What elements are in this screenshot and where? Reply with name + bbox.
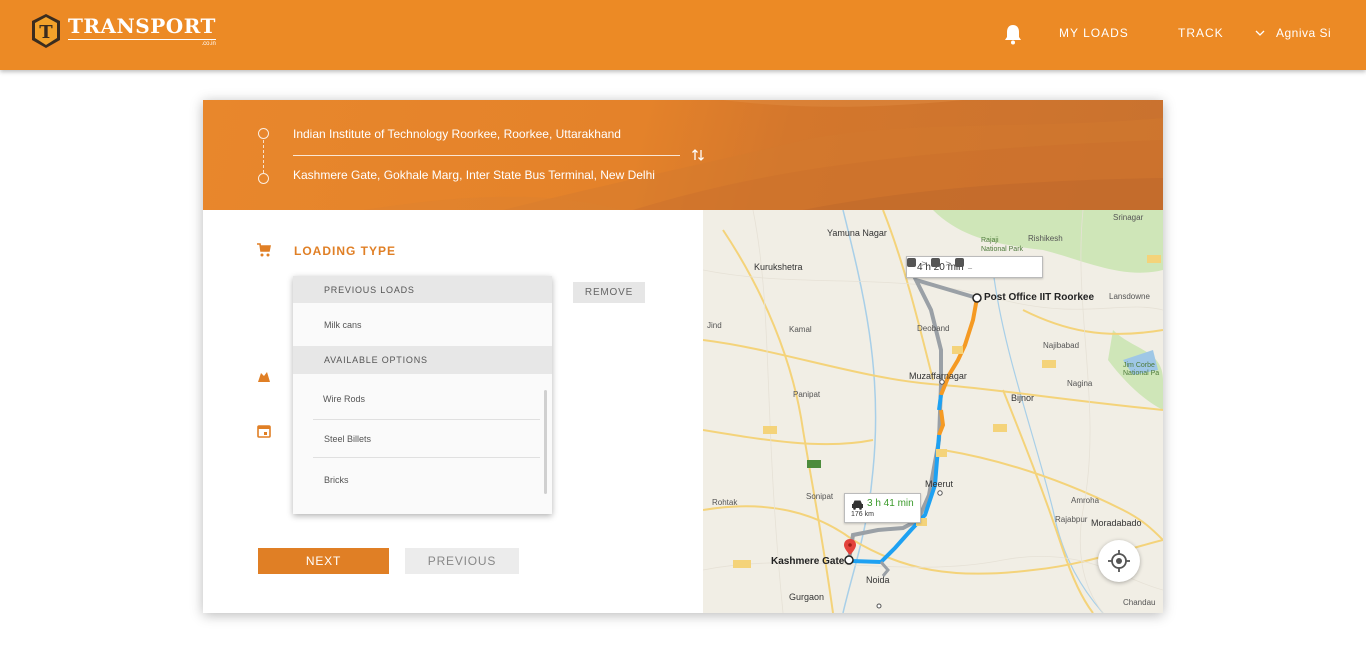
crosshair-icon <box>1108 550 1130 572</box>
map-label-sonipat: Sonipat <box>806 492 834 501</box>
map-label-noida: Noida <box>866 575 890 585</box>
drive-time: 3 h 41 min <box>867 498 914 509</box>
map-label-rohtak: Rohtak <box>712 498 738 507</box>
bell-icon[interactable] <box>1003 23 1023 45</box>
dropdown-option[interactable]: Bricks <box>293 458 552 502</box>
previous-loads-header: PREVIOUS LOADS <box>293 276 552 303</box>
map-label-rajaji: Rajaji National Park <box>981 237 1024 253</box>
route-connector <box>263 140 264 173</box>
chevron-down-icon <box>1255 30 1265 36</box>
my-location-button[interactable] <box>1098 540 1140 582</box>
cart-icon <box>257 243 271 257</box>
loading-type-dropdown: PREVIOUS LOADS Milk cans AVAILABLE OPTIO… <box>293 276 552 514</box>
map-label-lansdowne: Lansdowne <box>1109 292 1150 301</box>
transit-steps-icon: > > _ <box>907 258 973 269</box>
map-label-gurgaon: Gurgaon <box>789 592 825 602</box>
route-divider <box>293 155 680 156</box>
nav-my-loads[interactable]: MY LOADS <box>1059 26 1129 40</box>
driving-route-bubble[interactable]: 3 h 41 min 176 km <box>844 493 921 523</box>
brand-suffix: .co.in <box>68 39 216 47</box>
map-label-destination: Kashmere Gate <box>771 556 845 567</box>
svg-text:>: > <box>945 259 952 268</box>
map-label-srinagar: Srinagar <box>1113 213 1144 222</box>
previous-button[interactable]: PREVIOUS <box>405 548 519 574</box>
map-label-nagina: Nagina <box>1067 379 1093 388</box>
svg-text:>: > <box>921 259 928 268</box>
car-icon <box>852 500 863 510</box>
map-label-deoband: Deoband <box>917 324 950 333</box>
brand-name: TRANSPORT <box>68 14 216 38</box>
route-map[interactable]: Yamuna Nagar Kurukshetra Deoband Muzaffa… <box>703 210 1163 613</box>
origin-marker <box>972 293 982 303</box>
map-label-kamal: Kamal <box>789 325 812 334</box>
remove-button[interactable]: REMOVE <box>573 282 645 303</box>
map-label-amroha: Amroha <box>1071 496 1100 505</box>
origin-dot-icon <box>258 128 269 139</box>
swap-icon[interactable] <box>691 148 705 162</box>
drive-distance: 176 km <box>851 511 874 518</box>
dropdown-scrollbar[interactable] <box>544 390 547 494</box>
logo-letter: T <box>39 22 53 43</box>
dropdown-option[interactable]: Milk cans <box>293 303 552 346</box>
nav-track[interactable]: TRACK <box>1178 26 1224 40</box>
map-label-rajabpur: Rajabpur <box>1055 515 1088 524</box>
top-navbar: T TRANSPORT .co.in MY LOADS TRACK Agniva… <box>0 0 1366 70</box>
user-name: Agniva Si <box>1276 26 1332 40</box>
svg-text:_: _ <box>967 260 973 269</box>
booking-card: Indian Institute of Technology Roorkee, … <box>203 100 1163 613</box>
user-menu[interactable]: Agniva Si <box>1254 26 1331 40</box>
calendar-icon <box>257 425 271 438</box>
map-label-jind: Jind <box>707 321 722 330</box>
loading-type-label: LOADING TYPE <box>294 244 397 258</box>
dropdown-option[interactable]: Steel Billets <box>313 420 540 458</box>
map-label-chandau: Chandau <box>1123 598 1156 607</box>
brand-logo[interactable]: T TRANSPORT .co.in <box>30 13 216 49</box>
map-label-najibabad: Najibabad <box>1043 341 1080 350</box>
map-label-kurukshetra: Kurukshetra <box>754 262 803 272</box>
available-options-header: AVAILABLE OPTIONS <box>293 346 552 374</box>
map-label-moradabad: Moradabado <box>1091 518 1142 528</box>
transit-route-bubble[interactable]: > > _ 4 h 20 min <box>906 256 1043 278</box>
map-label-origin: Post Office IIT Roorkee <box>984 292 1095 303</box>
map-label-panipat: Panipat <box>793 390 821 399</box>
map-label-yamuna-nagar: Yamuna Nagar <box>827 228 887 238</box>
map-label-muzaffarnagar: Muzaffarnagar <box>909 371 967 381</box>
map-pin-icon <box>844 539 856 555</box>
map-label-meerut: Meerut <box>925 479 954 489</box>
route-header: Indian Institute of Technology Roorkee, … <box>203 100 1163 210</box>
destination-address[interactable]: Kashmere Gate, Gokhale Marg, Inter State… <box>293 168 655 182</box>
map-label-bijnor: Bijnor <box>1011 393 1035 403</box>
destination-marker <box>844 555 854 565</box>
next-button[interactable]: NEXT <box>258 548 389 574</box>
origin-address[interactable]: Indian Institute of Technology Roorkee, … <box>293 127 621 141</box>
map-label-jim-corbett: Jim Corbe National Pa <box>1123 362 1160 377</box>
map-label-rishikesh: Rishikesh <box>1028 234 1063 243</box>
weight-icon <box>258 372 270 382</box>
destination-dot-icon <box>258 173 269 184</box>
dropdown-option[interactable]: Wire Rods <box>313 374 540 420</box>
shield-logo-icon: T <box>32 14 60 48</box>
